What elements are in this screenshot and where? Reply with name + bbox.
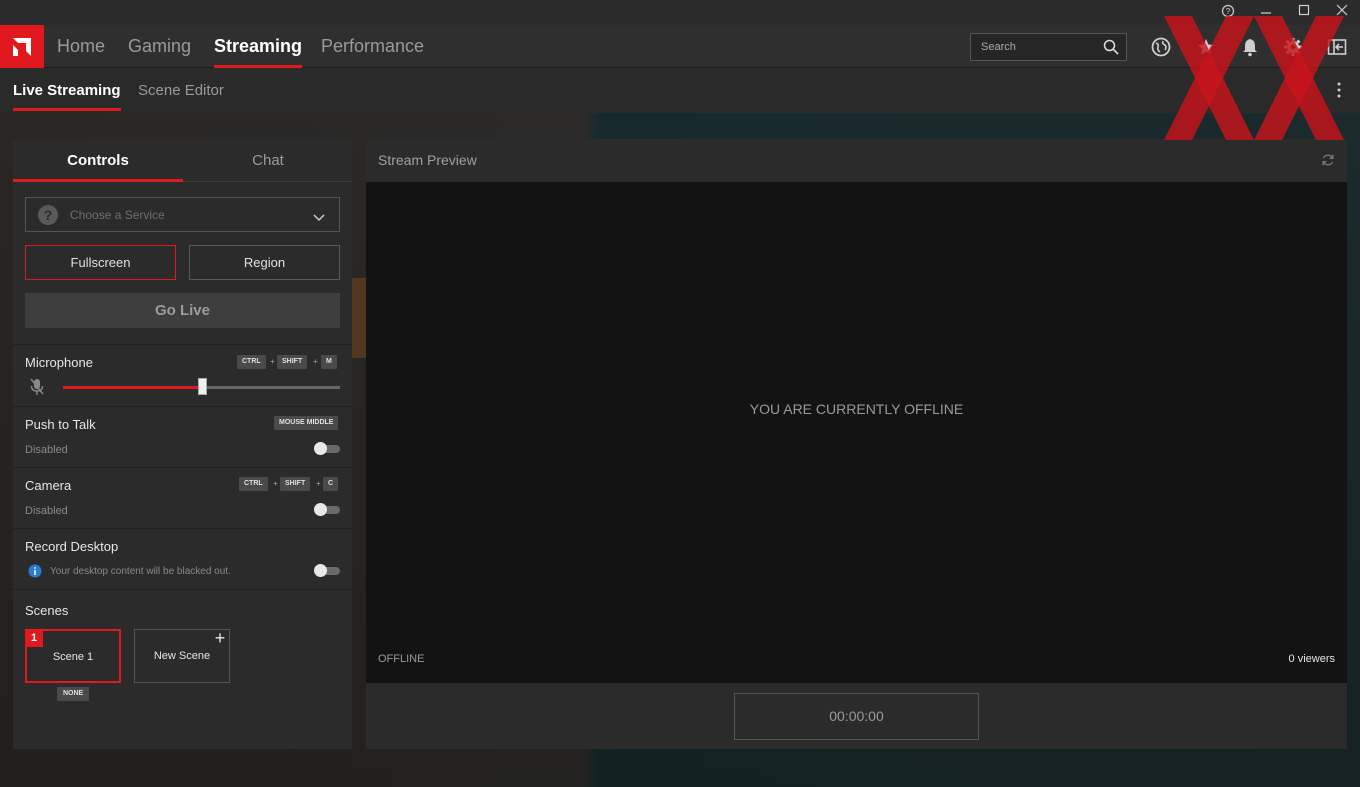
stream-preview-panel: Stream Preview YOU ARE CURRENTLY OFFLINE… (366, 139, 1347, 749)
camera-toggle[interactable] (314, 503, 340, 516)
panel-tabs: Controls Chat (13, 139, 352, 182)
preview-area: YOU ARE CURRENTLY OFFLINE OFFLINE 0 view… (366, 182, 1347, 683)
amd-logo[interactable] (0, 25, 44, 68)
shortcut-key: SHIFT (280, 477, 311, 491)
service-dropdown[interactable]: ? Choose a Service (25, 197, 340, 232)
camera-status: Disabled (25, 505, 68, 517)
fullscreen-button[interactable]: Fullscreen (25, 245, 176, 280)
push-to-talk-toggle[interactable] (314, 442, 340, 455)
microphone-muted-icon[interactable] (30, 378, 44, 401)
scene-number-badge: 1 (25, 629, 43, 647)
nav-home[interactable]: Home (57, 25, 105, 68)
tab-controls[interactable]: Controls (13, 139, 183, 182)
shortcut-key: C (323, 477, 339, 491)
nav-performance[interactable]: Performance (321, 25, 424, 68)
watermark-logo (1164, 16, 1344, 140)
tab-scene-editor[interactable]: Scene Editor (138, 68, 224, 113)
offline-message: YOU ARE CURRENTLY OFFLINE (749, 401, 964, 417)
main-nav: Home Gaming Streaming Performance (0, 25, 1360, 68)
shortcut-plus: + (270, 357, 275, 366)
camera-section: Camera CTRL + SHIFT + C Disabled (13, 467, 352, 528)
slider-fill (63, 386, 202, 389)
scene-label: Scene 1 (52, 651, 94, 663)
scene-label: New Scene (153, 650, 211, 662)
shortcut-key: SHIFT (277, 355, 308, 369)
stream-timer: 00:00:00 (734, 693, 979, 740)
stream-status: OFFLINE (378, 653, 425, 665)
scene-hotkey-badge: NONE (57, 687, 90, 701)
scene-card-1[interactable]: 1 Scene 1 (25, 629, 121, 683)
refresh-icon[interactable] (1321, 153, 1335, 172)
service-placeholder: Choose a Service (70, 208, 165, 222)
push-to-talk-title: Push to Talk (25, 417, 96, 432)
viewer-count: 0 viewers (1288, 653, 1335, 665)
nav-gaming[interactable]: Gaming (128, 25, 191, 68)
shortcut-key: CTRL (237, 355, 266, 369)
new-scene-card[interactable]: + New Scene (134, 629, 230, 683)
search-box[interactable] (970, 33, 1127, 61)
title-bar: ? (0, 0, 1360, 25)
go-live-button[interactable]: Go Live (25, 293, 340, 328)
tab-live-streaming[interactable]: Live Streaming (13, 68, 121, 113)
sub-nav: Live Streaming Scene Editor (0, 68, 1360, 113)
plus-icon[interactable]: + (211, 629, 229, 648)
record-desktop-title: Record Desktop (25, 539, 119, 554)
question-icon: ? (38, 205, 58, 225)
search-icon[interactable] (1103, 39, 1119, 60)
preview-header: Stream Preview (366, 139, 1347, 182)
info-icon (28, 564, 42, 583)
shortcut-plus: + (273, 479, 278, 488)
shortcut-key: MOUSE MIDDLE (274, 416, 339, 430)
microphone-volume-slider[interactable] (63, 378, 340, 395)
preview-title: Stream Preview (378, 152, 477, 168)
nav-streaming[interactable]: Streaming (214, 25, 303, 68)
chevron-down-icon (313, 209, 325, 227)
push-to-talk-status: Disabled (25, 444, 68, 456)
shortcut-key: CTRL (239, 477, 268, 491)
record-desktop-toggle[interactable] (314, 564, 340, 577)
shortcut-plus: + (313, 357, 318, 366)
microphone-title: Microphone (25, 355, 93, 370)
tab-chat[interactable]: Chat (183, 139, 353, 182)
microphone-section: Microphone CTRL + SHIFT + M (13, 344, 352, 406)
controls-panel: Controls Chat ? Choose a Service Fullscr… (13, 139, 352, 749)
svg-text:?: ? (1226, 7, 1231, 16)
shortcut-key: M (321, 355, 337, 369)
region-button[interactable]: Region (189, 245, 340, 280)
record-desktop-note: Your desktop content will be blacked out… (50, 566, 231, 577)
slider-handle[interactable] (198, 378, 207, 395)
camera-title: Camera (25, 478, 72, 493)
search-input[interactable] (981, 41, 1101, 53)
scenes-title: Scenes (25, 603, 69, 618)
push-to-talk-section: Push to Talk MOUSE MIDDLE Disabled (13, 406, 352, 467)
shortcut-plus: + (316, 479, 321, 488)
record-desktop-section: Record Desktop Your desktop content will… (13, 528, 352, 589)
